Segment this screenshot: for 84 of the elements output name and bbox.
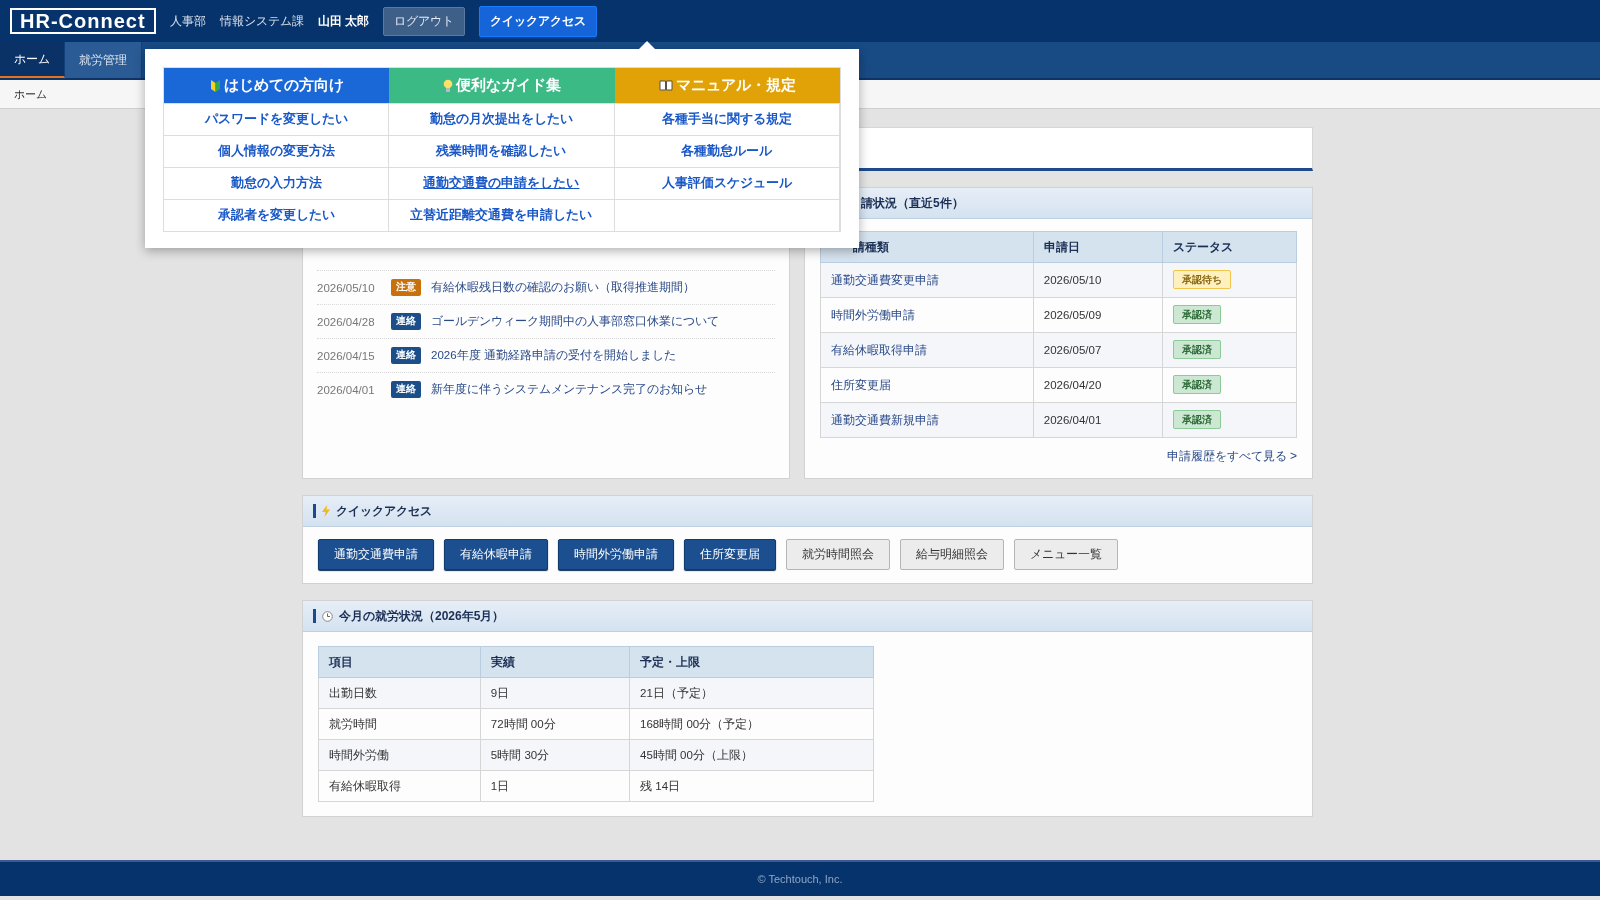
table-cell: 21日（予定）	[629, 677, 874, 709]
panel-title: 請状況（直近5件）	[861, 194, 964, 212]
quick-access-button[interactable]: 給与明細照会	[900, 539, 1004, 570]
nav-tab[interactable]: ホーム	[0, 42, 65, 78]
notice-link[interactable]: 2026年度 通勤経路申請の受付を開始しました	[431, 348, 676, 363]
table-cell: 168時間 00分（予定）	[629, 708, 874, 740]
notice-tag: 連絡	[391, 347, 421, 364]
menu-link[interactable]: 各種勤怠ルール	[681, 143, 773, 160]
notice-link[interactable]: ゴールデンウィーク期間中の人事部窓口休業について	[431, 314, 719, 329]
section-label: 情報システム課	[219, 12, 304, 30]
table-cell: 72時間 00分	[480, 708, 630, 740]
logo: HR-Connect	[10, 8, 156, 34]
panel-title: 今月の就労状況（2026年5月）	[339, 607, 505, 625]
table-cell: 9日	[480, 677, 630, 709]
menu-link[interactable]: 承認者を変更したい	[217, 207, 335, 224]
department-label: 人事部	[169, 12, 206, 30]
notice-date: 2026/04/01	[317, 383, 376, 396]
menu-link[interactable]: パスワードを変更したい	[204, 111, 348, 128]
menu-column-title: はじめての方向け	[223, 76, 344, 95]
status-tag: 承認済	[1173, 410, 1222, 429]
table-cell: 2026/05/09	[1033, 297, 1163, 333]
breadcrumb[interactable]: ホーム	[14, 86, 47, 102]
quick-access-button[interactable]: 通勤交通費申請	[318, 539, 434, 570]
lightbulb-icon	[443, 78, 453, 93]
quick-access-button[interactable]: 住所変更届	[684, 539, 776, 570]
status-tag: 承認済	[1173, 305, 1222, 324]
table-cell: 2026/05/10	[1033, 262, 1163, 298]
copyright: © Techtouch, Inc.	[757, 873, 843, 885]
menu-column-title: 便利なガイド集	[456, 76, 561, 95]
menu-link[interactable]: 通勤交通費の申請をしたい	[423, 175, 580, 192]
menu-link[interactable]: 個人情報の変更方法	[217, 143, 335, 160]
menu-link[interactable]: 残業時間を確認したい	[436, 143, 567, 160]
table-cell: 2026/05/07	[1033, 332, 1163, 368]
quick-access-button[interactable]: メニュー一覧	[1014, 539, 1118, 570]
table-cell: 有給休暇取得申請	[820, 332, 1034, 368]
notice-date: 2026/04/15	[317, 349, 376, 362]
status-tag: 承認待ち	[1173, 270, 1232, 289]
notice-tag: 連絡	[391, 313, 421, 330]
lightning-icon	[322, 505, 330, 517]
notice-link[interactable]: 新年度に伴うシステムメンテナンス完了のお知らせ	[431, 382, 707, 397]
table-cell: 通勤交通費変更申請	[820, 262, 1034, 298]
column-header: 申請日	[1033, 231, 1163, 263]
table-cell: 住所変更届	[820, 367, 1034, 403]
nav-tab[interactable]: 就労管理	[65, 42, 142, 78]
quick-access-button[interactable]: 時間外労働申請	[558, 539, 674, 570]
table-cell: 時間外労働	[318, 739, 481, 771]
user-name: 山田 太郎	[317, 12, 369, 30]
status-tag: 承認済	[1173, 375, 1222, 394]
column-header: ステータス	[1162, 231, 1297, 263]
table-cell: 残 14日	[629, 770, 874, 802]
beginner-mark-icon	[209, 78, 221, 93]
book-icon	[658, 80, 673, 91]
table-cell: 1日	[480, 770, 630, 802]
table-cell: 就労時間	[318, 708, 481, 740]
notice-tag: 連絡	[391, 381, 421, 398]
notice-date: 2026/05/10	[317, 281, 376, 294]
menu-link[interactable]: 立替近距離交通費を申請したい	[410, 207, 593, 224]
quick-access-button[interactable]: 有給休暇申請	[444, 539, 548, 570]
table-cell: 時間外労働申請	[820, 297, 1034, 333]
column-header: 項目	[318, 646, 481, 678]
notice-tag: 注意	[391, 279, 421, 296]
header-button[interactable]: ログアウト	[382, 6, 465, 36]
table-cell: 5時間 30分	[480, 739, 630, 771]
column-header: 予定・上限	[629, 646, 874, 678]
table-cell: 2026/04/01	[1033, 402, 1163, 438]
table-cell: 有給休暇取得	[318, 770, 481, 802]
column-header: 実績	[480, 646, 630, 678]
history-link[interactable]: 申請履歴をすべて見る >	[1166, 448, 1297, 465]
status-tag: 承認済	[1173, 340, 1222, 359]
table-cell: 2026/04/20	[1033, 367, 1163, 403]
notice-date: 2026/04/28	[317, 315, 376, 328]
table-cell: 出勤日数	[318, 677, 481, 709]
menu-link[interactable]: 勤怠の月次提出をしたい	[430, 111, 573, 128]
menu-link[interactable]: 人事評価スケジュール	[661, 175, 792, 192]
menu-link[interactable]: 勤怠の入力方法	[230, 175, 322, 192]
notice-link[interactable]: 有給休暇残日数の確認のお願い（取得推進期間）	[431, 280, 695, 295]
menu-column-title: マニュアル・規定	[675, 76, 796, 95]
quick-access-button[interactable]: 就労時間照会	[786, 539, 890, 570]
table-cell: 通勤交通費新規申請	[820, 402, 1034, 438]
menu-link[interactable]: 各種手当に関する規定	[661, 111, 792, 128]
header-button[interactable]: クイックアクセス	[478, 5, 597, 37]
panel-title: クイックアクセス	[336, 502, 432, 520]
clock-icon	[322, 610, 333, 622]
table-cell: 45時間 00分（上限）	[629, 739, 874, 771]
